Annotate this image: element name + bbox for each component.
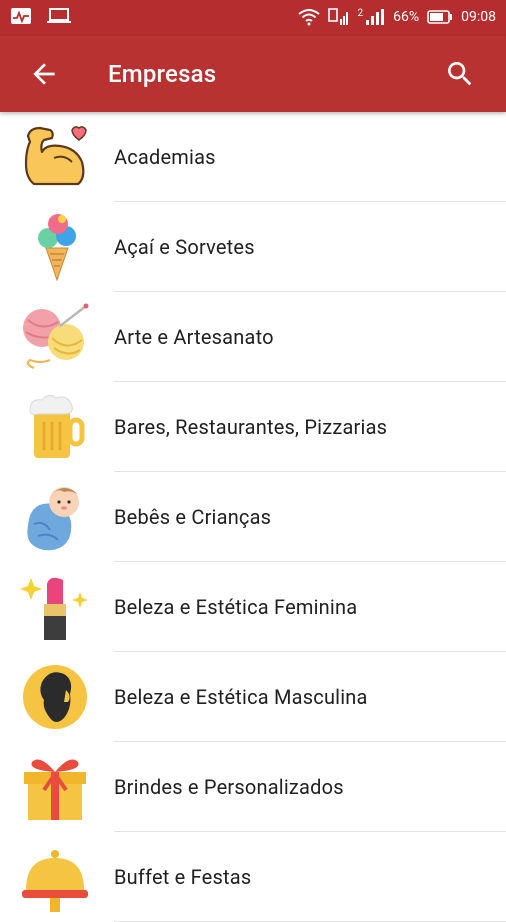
lipstick-icon <box>20 577 88 640</box>
list-item-label: Arte e Artesanato <box>114 325 274 349</box>
list-item-label: Beleza e Estética Masculina <box>114 685 368 709</box>
list-item-arte-artesanato[interactable]: Arte e Artesanato <box>0 292 506 382</box>
beer-mug-icon <box>29 394 85 458</box>
list-item-label: Buffet e Festas <box>114 865 252 889</box>
flexed-arm-icon <box>24 126 87 186</box>
clock: 09:08 <box>461 9 496 25</box>
battery-percent: 66% <box>393 9 420 25</box>
laptop-icon <box>47 8 71 23</box>
list-item-beleza-feminina[interactable]: Beleza e Estética Feminina <box>0 562 506 652</box>
list-item-bares-restaurantes-pizzarias[interactable]: Bares, Restaurantes, Pizzarias <box>0 382 506 472</box>
network-type-label: 2 <box>357 7 364 19</box>
list-item-beleza-masculina[interactable]: Beleza e Estética Masculina <box>0 652 506 742</box>
bearded-man-icon <box>23 665 87 729</box>
search-icon[interactable] <box>444 58 476 90</box>
list-item-acai-sorvetes[interactable]: Açaí e Sorvetes <box>0 202 506 292</box>
list-item-bebes-criancas[interactable]: Bebês e Crianças <box>0 472 506 562</box>
signal-bars-icon <box>366 9 385 25</box>
list-item-label: Bebês e Crianças <box>114 505 272 529</box>
baby-icon <box>27 487 79 551</box>
app-bar: Empresas <box>0 36 506 112</box>
battery-icon <box>427 10 453 24</box>
page-title: Empresas <box>108 60 217 88</box>
list-item-buffet-festas[interactable]: Buffet e Festas <box>0 832 506 922</box>
ice-cream-icon <box>38 214 76 282</box>
wifi-icon <box>297 9 320 26</box>
list-item-brindes-personalizados[interactable]: Brindes e Personalizados <box>0 742 506 832</box>
list-item-label: Açaí e Sorvetes <box>114 235 255 259</box>
food-cloche-icon <box>22 850 88 912</box>
status-bar: 2 66% 09:08 <box>0 0 506 36</box>
gift-box-icon <box>24 759 86 820</box>
activity-monitor-icon <box>11 8 31 24</box>
list-item-label: Academias <box>114 145 216 169</box>
arrow-back-icon[interactable] <box>28 58 60 90</box>
list-item-academias[interactable]: Academias <box>0 112 506 202</box>
list-item-label: Beleza e Estética Feminina <box>114 595 358 619</box>
category-list: Academias Açaí e Sorvetes Arte e Artesan… <box>0 112 506 922</box>
yarn-ball-icon <box>23 303 89 370</box>
list-item-label: Bares, Restaurantes, Pizzarias <box>114 415 388 439</box>
sim-signal-icon <box>327 8 348 25</box>
list-item-label: Brindes e Personalizados <box>114 775 344 799</box>
